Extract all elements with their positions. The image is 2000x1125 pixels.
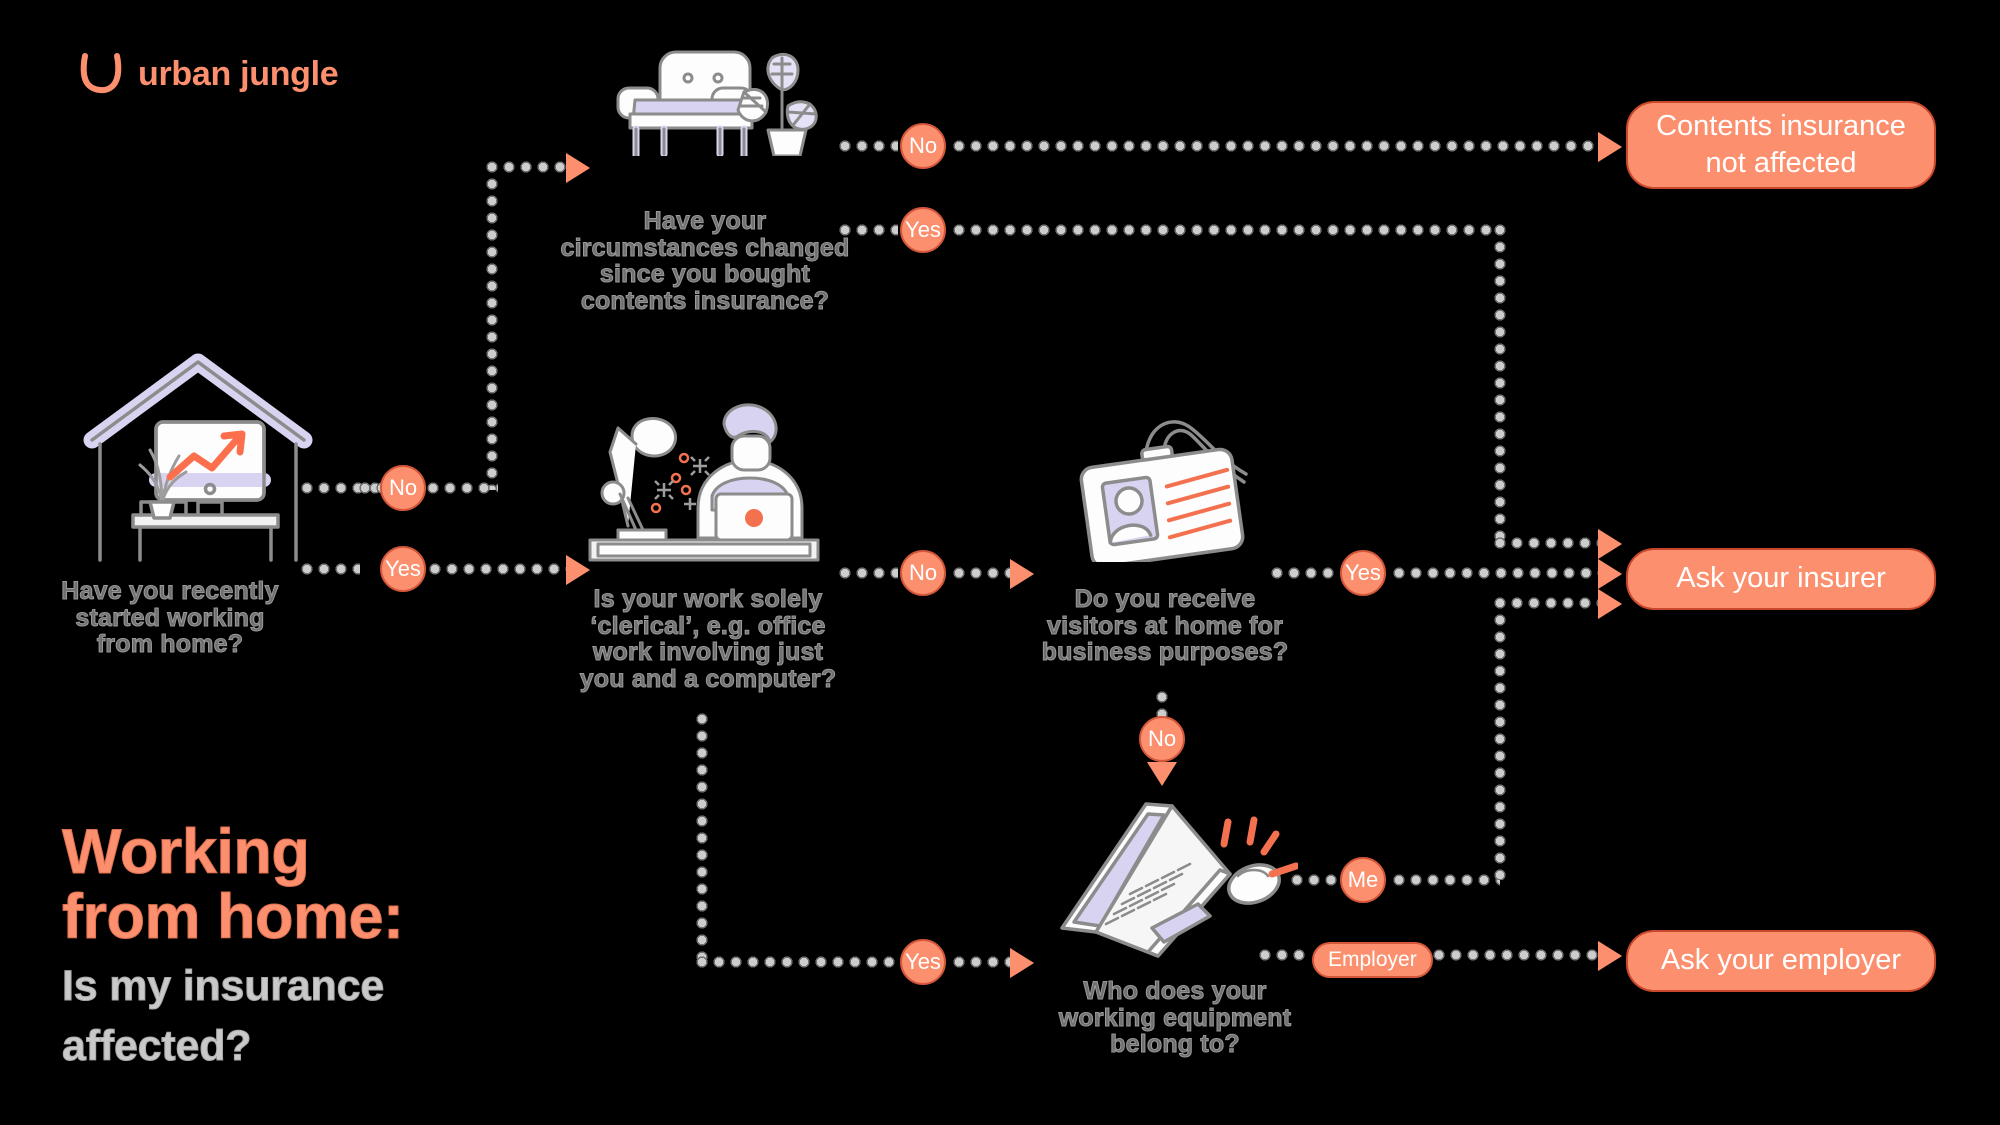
edge-q2-yes-seg2: [952, 223, 1500, 237]
caption-line: ‘clerical’, e.g. office: [590, 611, 826, 640]
caption-line: contents insurance?: [580, 286, 830, 315]
edge-q1-no-joint: [358, 481, 498, 495]
title-line-1: Working: [62, 817, 311, 887]
caption-line: Have your: [643, 207, 767, 235]
result-ask-your-employer[interactable]: Ask your employer: [1626, 930, 1936, 992]
person-at-desk-with-laptop-icon: [588, 403, 820, 562]
edge-q2-yes-into-insurer: [1493, 536, 1603, 550]
result-ask-your-insurer[interactable]: Ask your insurer: [1626, 548, 1936, 610]
edge-label-q4-yes[interactable]: Yes: [1340, 550, 1386, 596]
caption-circumstances-changed: Have your circumstances changed since yo…: [540, 208, 870, 314]
laptop-and-mouse-icon: [1060, 802, 1298, 958]
id-badge-lanyard-icon: [1079, 420, 1248, 562]
house-with-desk-monitor-icon: [83, 353, 313, 562]
caption-started-wfh: Have you recently started working from h…: [20, 578, 320, 658]
edge-q5-employer-seg2: [1432, 948, 1602, 962]
result-line-1: Ask your employer: [1660, 944, 1902, 977]
edge-q3-yes-riser: [695, 712, 709, 960]
caption-line: belong to?: [1110, 1030, 1241, 1058]
arrowhead-down-to-equipment: [1147, 762, 1177, 786]
caption-line: started working: [75, 603, 265, 632]
edge-label-q3-yes[interactable]: Yes: [900, 939, 946, 985]
edge-q3-no-seg2: [952, 566, 1010, 580]
edge-q1-no-riser: [485, 160, 499, 490]
edge-label-q4-no[interactable]: No: [1139, 716, 1185, 762]
edge-label-q3-no[interactable]: No: [900, 550, 946, 596]
edge-label-q5-me[interactable]: Me: [1340, 857, 1386, 903]
caption-clerical-work: Is your work solely ‘clerical’, e.g. off…: [548, 586, 868, 692]
caption-line: business purposes?: [1041, 638, 1289, 666]
edge-label-q2-no[interactable]: No: [900, 123, 946, 169]
title-line-2: from home:: [62, 881, 405, 952]
edge-q5-me-into-insurer: [1493, 596, 1603, 610]
edge-label-q2-yes[interactable]: Yes: [900, 207, 946, 253]
edge-q2-no-seg1: [838, 139, 898, 153]
caption-line: working equipment: [1058, 1003, 1292, 1032]
subtitle-line-2: affected?: [62, 1021, 253, 1070]
caption-line: work involving just: [592, 638, 824, 666]
edge-q1-no-top: [485, 160, 575, 174]
result-line-1: Ask your insurer: [1676, 562, 1886, 595]
result-line-2: not affected: [1705, 147, 1857, 179]
armchair-and-plant-icon: [616, 50, 818, 156]
arrowhead-to-circumstances: [566, 153, 590, 183]
caption-line: you and a computer?: [579, 664, 837, 693]
caption-business-visitors: Do you receive visitors at home for busi…: [1020, 586, 1310, 666]
edge-q3-yes-run2: [952, 955, 1010, 969]
arc-u-icon: [80, 53, 122, 94]
edge-q4-yes-seg1: [1270, 566, 1338, 580]
edge-q1-yes-seg2: [428, 562, 568, 576]
edge-q4-yes-seg2: [1392, 566, 1602, 580]
page-title: Working from home: Is my insurance affec…: [62, 817, 405, 1070]
caption-line: from home?: [96, 630, 244, 658]
infographic-canvas: urban jungle Working from home: Is my in…: [0, 0, 2000, 1125]
arrowhead-to-ask-employer: [1598, 941, 1622, 971]
edge-q5-me-riser: [1493, 596, 1507, 880]
edge-label-q1-yes[interactable]: Yes: [380, 546, 426, 592]
caption-line: since you bought: [599, 260, 811, 288]
brand-logo: urban jungle: [78, 52, 339, 96]
caption-line: visitors at home for: [1047, 611, 1284, 640]
edge-label-q5-employer[interactable]: Employer: [1312, 942, 1433, 978]
arrowhead-insurer-from-top: [1598, 529, 1622, 559]
caption-line: Do you receive: [1074, 585, 1256, 613]
caption-line: circumstances changed: [560, 233, 850, 262]
subtitle-line-1: Is my insurance: [62, 961, 385, 1010]
result-line-1: Contents insurance: [1656, 109, 1906, 142]
brand-name: urban jungle: [138, 54, 339, 93]
caption-line: Who does your: [1083, 977, 1267, 1005]
edge-q1-yes-seg1: [300, 562, 360, 576]
edge-q3-no-seg1: [838, 566, 898, 580]
edge-q2-no-seg2: [952, 139, 1602, 153]
arrowhead-to-not-affected: [1598, 132, 1622, 162]
result-contents-not-affected[interactable]: Contents insurance not affected: [1626, 101, 1936, 189]
arrowhead-to-equipment: [1010, 948, 1034, 978]
arrowhead-insurer-from-left: [1598, 559, 1622, 589]
arrowhead-to-visitors: [1010, 559, 1034, 589]
caption-equipment-owner: Who does your working equipment belong t…: [1030, 978, 1320, 1058]
edge-q3-yes-run: [695, 955, 895, 969]
edge-q5-me-seg2: [1392, 873, 1500, 887]
arrowhead-insurer-from-bottom: [1598, 589, 1622, 619]
caption-line: Have you recently: [61, 577, 279, 605]
caption-line: Is your work solely: [593, 585, 823, 613]
edge-label-q1-no[interactable]: No: [380, 465, 426, 511]
edge-q2-yes-riser: [1493, 223, 1507, 543]
